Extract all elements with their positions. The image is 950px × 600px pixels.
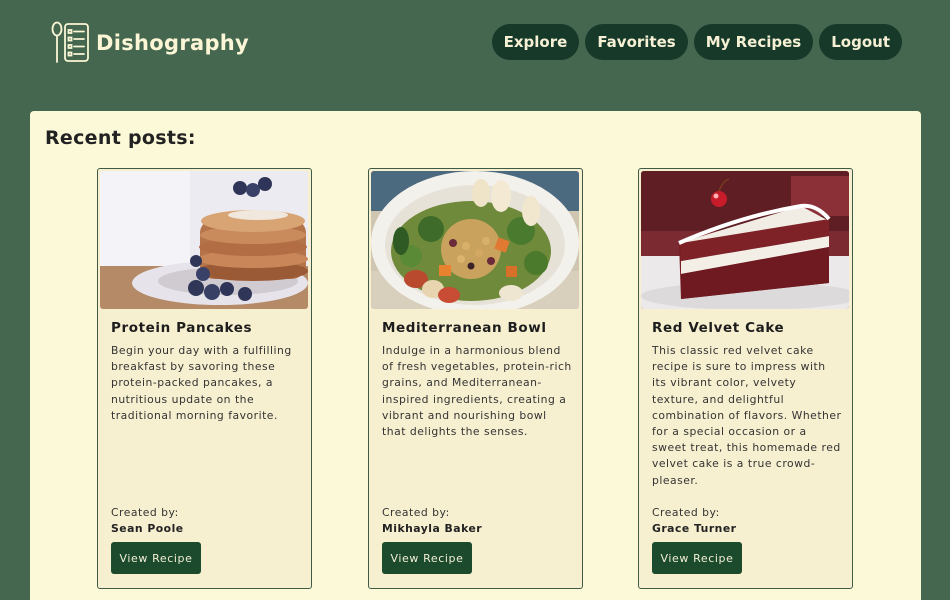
recipe-card: Mediterranean Bowl Indulge in a harmonio…: [368, 168, 583, 589]
recipe-description: This classic red velvet cake recipe is s…: [652, 344, 842, 487]
recipe-description: Indulge in a harmonious blend of fresh v…: [382, 344, 572, 439]
main-nav: Explore Favorites My Recipes Logout: [491, 24, 902, 60]
nav-my-recipes-button[interactable]: My Recipes: [693, 24, 814, 60]
recipe-author: Sean Poole: [111, 522, 184, 535]
recipe-title: Red Velvet Cake: [652, 320, 785, 336]
app-name: Dishography: [96, 31, 250, 55]
nav-logout-button[interactable]: Logout: [819, 24, 902, 60]
view-recipe-button[interactable]: View Recipe: [382, 542, 472, 574]
created-by-label: Created by:: [111, 506, 179, 519]
recipe-description: Begin your day with a fulfilling breakfa…: [111, 344, 292, 422]
nav-favorites-button[interactable]: Favorites: [585, 24, 688, 60]
created-by-label: Created by:: [382, 506, 450, 519]
spoon-checklist-icon: [50, 21, 90, 65]
view-recipe-button[interactable]: View Recipe: [111, 542, 201, 574]
recipe-author: Grace Turner: [652, 522, 737, 535]
recipe-image-mediterranean-bowl[interactable]: [371, 171, 579, 309]
view-recipe-button[interactable]: View Recipe: [652, 542, 742, 574]
recipe-card: Red Velvet Cake This classic red velvet …: [638, 168, 853, 589]
recipe-author: Mikhayla Baker: [382, 522, 483, 535]
nav-explore-button[interactable]: Explore: [491, 24, 580, 60]
recipe-image-red-velvet-cake[interactable]: [641, 171, 849, 309]
section-title: Recent posts:: [45, 127, 196, 149]
recent-posts-panel: Recent posts: Protein Pancakes Begin you…: [30, 111, 921, 600]
logo[interactable]: Dishography: [50, 21, 249, 65]
recipe-image-pancakes[interactable]: [100, 171, 308, 309]
created-by-label: Created by:: [652, 506, 720, 519]
recipe-card: Protein Pancakes Begin your day with a f…: [97, 168, 312, 589]
recipe-title: Protein Pancakes: [111, 320, 253, 336]
recipe-title: Mediterranean Bowl: [382, 320, 547, 336]
